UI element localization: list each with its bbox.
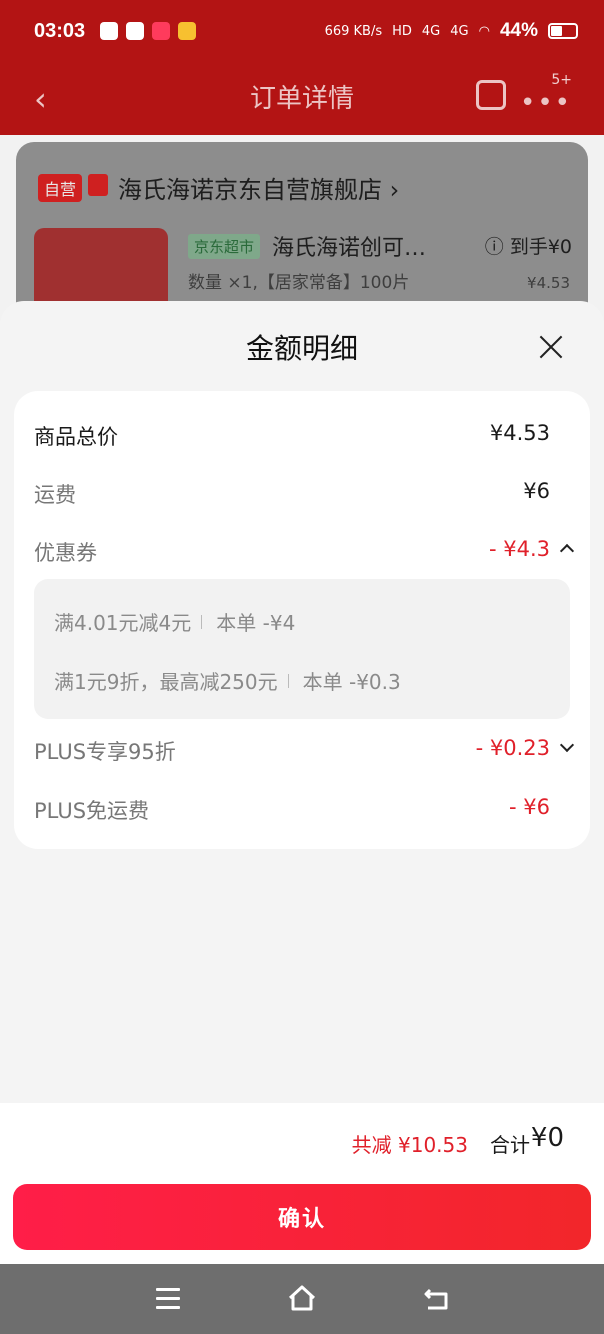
row-value: ¥4.53 [489, 421, 550, 445]
row-label: 优惠券 [34, 541, 97, 565]
hd-icon: HD [392, 23, 412, 39]
total-label: 合计 [490, 1133, 530, 1157]
signal-icon: 4G [450, 23, 469, 39]
chevron-down-icon[interactable] [559, 737, 575, 753]
unit-price: ¥4.53 [527, 274, 570, 292]
row-value: ¥6 [523, 479, 550, 503]
row-label: PLUS专享95折 [34, 740, 176, 764]
sheet-title: 金额明细 [245, 332, 358, 365]
row-plus-free-shipping: PLUS免运费 - ¥6 [34, 789, 550, 829]
coupon-rule: 满4.01元减4元 [54, 611, 192, 635]
status-right: 669 KB/s HD 4G 4G ◠ 44% [325, 20, 578, 42]
home-icon[interactable] [287, 1284, 317, 1312]
dimmed-header: 03:03 669 KB/s HD 4G 4G ◠ 44% ‹ 订单详情 5+ … [0, 0, 604, 135]
row-value: - ¥0.23 [475, 736, 550, 760]
wifi-icon: ◠ [478, 23, 490, 39]
battery-percent: 44% [499, 20, 538, 41]
status-bar: 03:03 669 KB/s HD 4G 4G ◠ 44% [0, 0, 604, 66]
supermarket-tag: 京东超市 [188, 234, 261, 259]
row-shipping: 运费 ¥6 [34, 473, 550, 513]
more-icon[interactable]: ••• [520, 88, 572, 118]
summary-bar: 共减 ¥10.53 合计 ¥0 [0, 1103, 604, 1177]
row-coupon[interactable]: 优惠券 - ¥4.3 [34, 531, 575, 571]
coupon-rule: 满1元9折，最高减250元 [54, 670, 278, 694]
amount-detail-card: 商品总价 ¥4.53 运费 ¥6 优惠券 - ¥4.3 满4.01元减4元 本单… [14, 391, 590, 849]
page-title: 订单详情 [249, 84, 354, 114]
divider [201, 614, 203, 629]
shop-icon [88, 174, 108, 196]
close-icon[interactable] [538, 334, 564, 360]
coupon-item: 满4.01元减4元 本单 -¥4 [54, 607, 295, 636]
total-value: ¥0 [530, 1123, 564, 1153]
self-operated-tag: 自营 [38, 174, 83, 202]
chevron-up-icon[interactable] [559, 543, 575, 559]
coupon-details: 满4.01元减4元 本单 -¥4 满1元9折，最高减250元 本单 -¥0.3 [34, 579, 570, 719]
signal-icon: 4G [421, 23, 441, 39]
row-value: - ¥6 [509, 795, 550, 819]
coupon-applied: 本单 -¥0.3 [302, 670, 401, 694]
product-name[interactable]: 海氏海诺创可… [272, 230, 426, 262]
divider [287, 673, 289, 688]
notification-icons [100, 22, 196, 40]
confirm-area: 确认 [0, 1177, 604, 1264]
row-plus-discount[interactable]: PLUS专享95折 - ¥0.23 [34, 730, 575, 770]
row-label: 运费 [34, 483, 76, 507]
product-spec: 数量 ×1,【居家常备】100片 [188, 273, 410, 293]
menu-icon[interactable] [156, 1288, 180, 1309]
mail-icon [178, 22, 196, 40]
battery-icon [548, 23, 578, 39]
confirm-button[interactable]: 确认 [13, 1184, 591, 1250]
more-badge: 5+ [551, 72, 572, 88]
share-icon[interactable] [476, 80, 506, 110]
app-notification-icon [152, 22, 170, 40]
nav-bar: ‹ 订单详情 5+ ••• [0, 66, 604, 126]
net-price: ⓘ 到手¥0 [484, 236, 572, 258]
app-notification-icon [100, 22, 118, 40]
coupon-applied: 本单 -¥4 [216, 611, 296, 635]
back-nav-icon[interactable] [422, 1284, 452, 1314]
wechat-icon [126, 22, 144, 40]
total-saved: 共减 ¥10.53 [351, 1133, 468, 1157]
row-label: PLUS免运费 [34, 799, 150, 823]
row-goods-total: 商品总价 ¥4.53 [34, 415, 550, 455]
status-time: 03:03 [34, 20, 86, 42]
shop-name[interactable]: 海氏海诺京东自营旗舰店 › [118, 170, 399, 205]
system-nav-bar [0, 1264, 604, 1334]
row-value: - ¥4.3 [488, 537, 550, 561]
coupon-item: 满1元9折，最高减250元 本单 -¥0.3 [54, 666, 401, 695]
network-speed: 669 KB/s [324, 23, 383, 39]
row-label: 商品总价 [34, 425, 118, 449]
